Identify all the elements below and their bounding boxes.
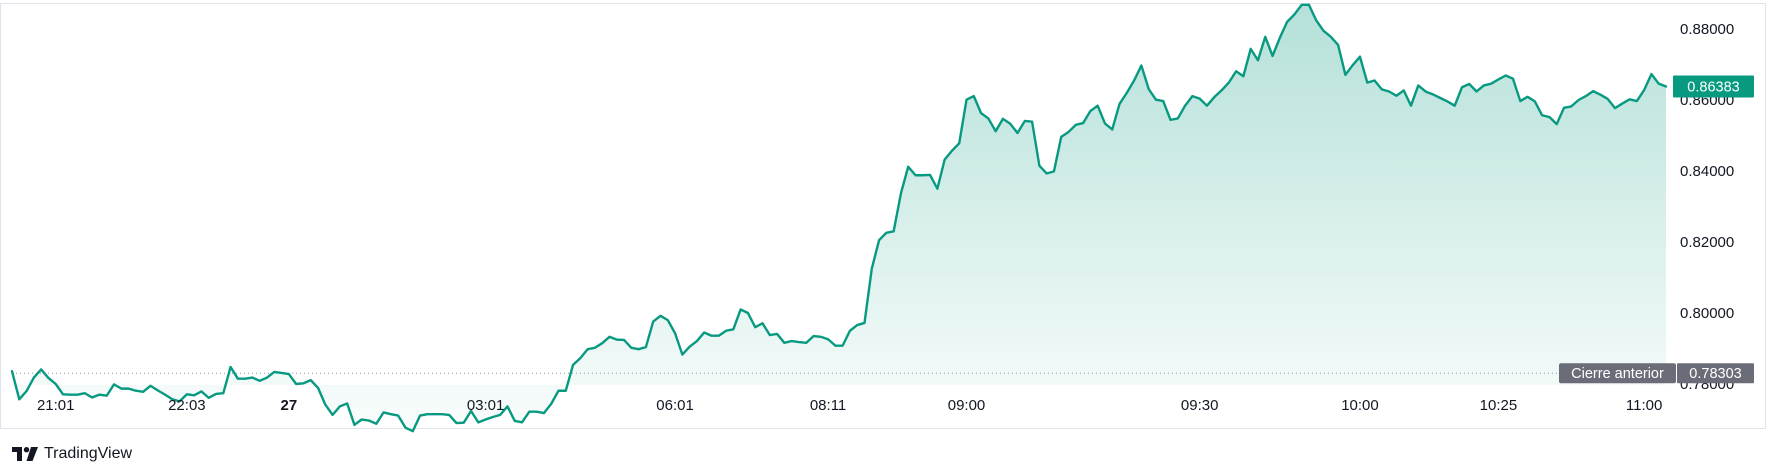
brand-name: TradingView	[44, 445, 133, 462]
x-tick-label: 21:01	[37, 397, 75, 414]
y-tick-label: 0.80000	[1680, 305, 1734, 322]
x-tick-label: 27	[281, 397, 298, 414]
previous-close-label: Cierre anterior	[1571, 366, 1664, 382]
x-tick-label: 03:01	[467, 397, 505, 414]
x-tick-label: 22:03	[168, 397, 206, 414]
x-tick-label: 08:11	[810, 397, 846, 414]
chart-container: 0.78000 0.80000 0.82000 0.84000 0.86000 0.880…	[0, 0, 1778, 476]
x-tick-label: 09:30	[1181, 397, 1219, 414]
x-tick-label: 11:00	[1626, 397, 1662, 414]
x-tick-label: 10:25	[1480, 397, 1518, 414]
x-axis[interactable]: 21:01 22:03 27 03:01 06:01 08:11 09:00 09:30 10:…	[37, 397, 1778, 414]
previous-close-value: 0.78303	[1689, 366, 1741, 382]
y-tick-label: 0.82000	[1680, 234, 1734, 251]
y-tick-label: 0.88000	[1680, 21, 1734, 38]
brand[interactable]: TradingView	[12, 443, 132, 465]
series-area	[12, 4, 1666, 432]
y-tick-label: 0.84000	[1680, 163, 1734, 180]
x-tick-label: 06:01	[656, 397, 694, 414]
x-tick-label: 10:00	[1341, 397, 1379, 414]
current-price-value: 0.86383	[1687, 80, 1739, 96]
area-fill	[12, 4, 1666, 432]
tradingview-logo-icon	[12, 447, 38, 461]
x-tick-label: 09:00	[948, 397, 986, 414]
price-chart[interactable]: 0.780000.800000.820000.840000.860000.880…	[0, 0, 1778, 440]
